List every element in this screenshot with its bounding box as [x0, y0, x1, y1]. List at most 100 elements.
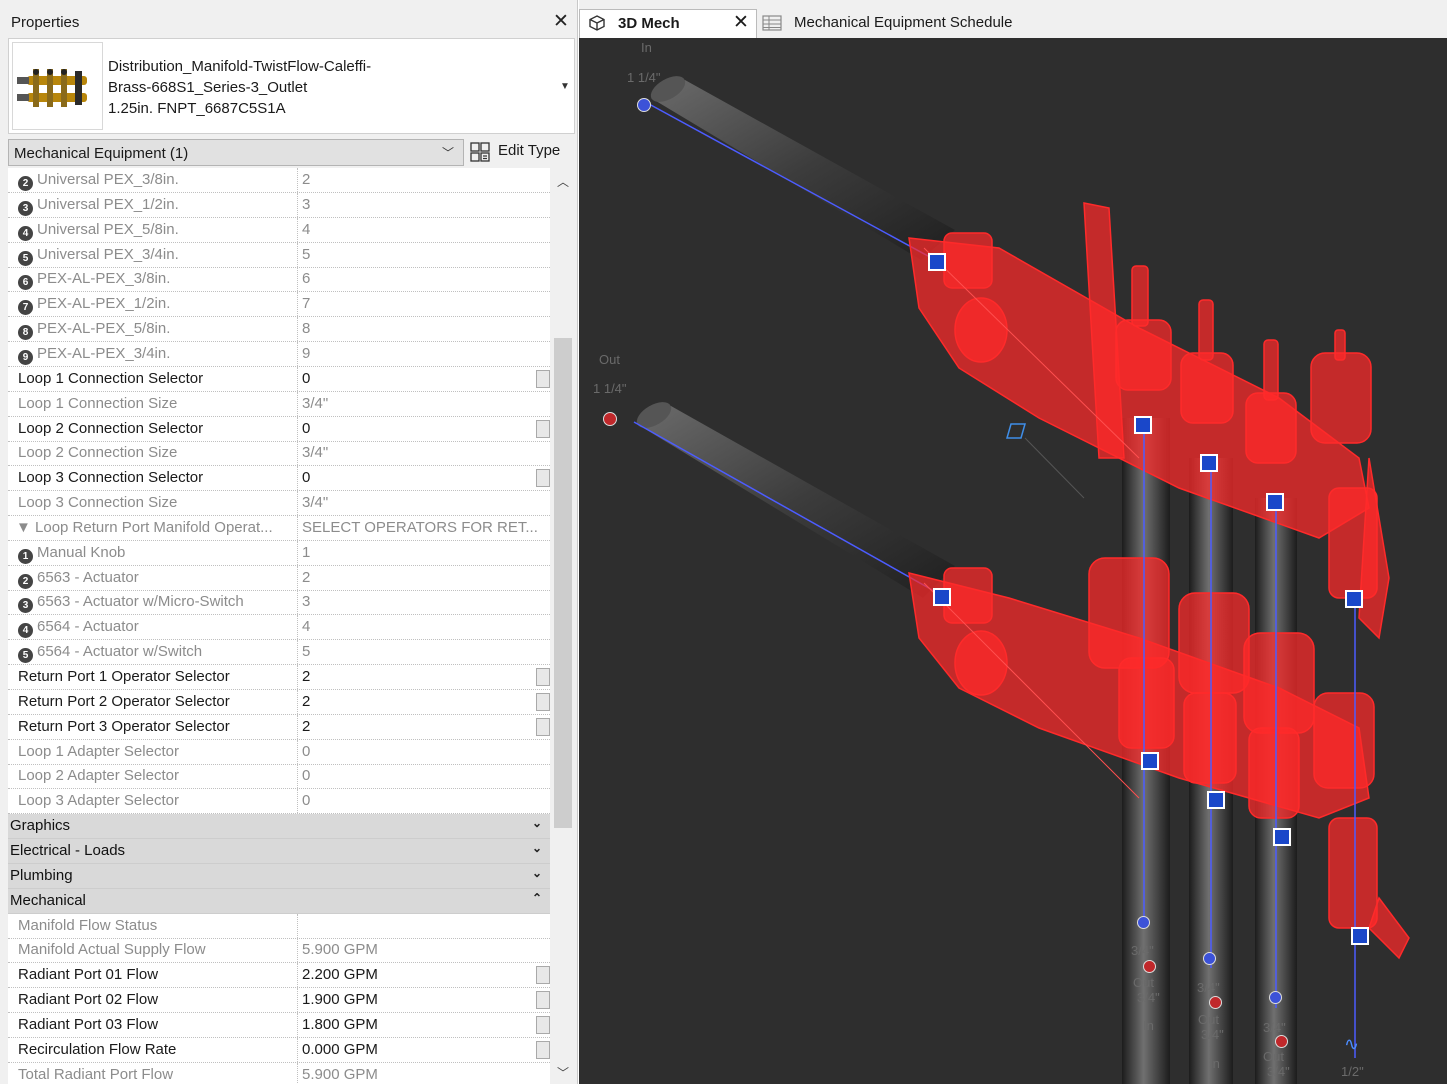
connector-grip-icon[interactable] [1134, 416, 1152, 434]
property-group-mechanical[interactable]: Mechanical ⌃ [8, 889, 550, 914]
property-group-electrical-loads[interactable]: Electrical - Loads ⌄ [8, 839, 550, 864]
connector-grip-icon[interactable] [933, 588, 951, 606]
property-row[interactable]: Return Port 2 Operator Selector 2 [8, 690, 550, 715]
group-label: Electrical - Loads [10, 842, 126, 859]
close-icon[interactable]: ✕ [553, 10, 569, 33]
edit-type-label: Edit Type [498, 142, 561, 159]
type-selector[interactable]: Distribution_Manifold-TwistFlow-Caleffi-… [8, 38, 575, 134]
manifold-model[interactable] [579, 38, 1447, 1084]
property-value-cell[interactable]: 0 [297, 367, 550, 391]
manifold-thumbnail [12, 42, 103, 130]
property-value-cell[interactable]: 0 [297, 417, 550, 441]
property-row: 9 PEX-AL-PEX_3/4in. 9 [8, 342, 550, 367]
return-out-label: Out [599, 352, 620, 367]
property-name: Manifold Flow Status [18, 917, 298, 934]
loop-connector-icon[interactable] [1209, 996, 1222, 1009]
property-row: 6 PEX-AL-PEX_3/8in. 6 [8, 267, 550, 292]
drain-connector-icon[interactable]: ∿ [1344, 1034, 1359, 1055]
collapse-chevron-icon[interactable]: ⌃ [532, 891, 542, 905]
loop-connector-icon[interactable] [1137, 916, 1150, 929]
edit-type-button[interactable]: Edit Type [468, 139, 574, 166]
property-row[interactable]: Radiant Port 03 Flow 1.800 GPM [8, 1013, 550, 1038]
property-value-cell: 2 [297, 168, 550, 192]
associate-parameter-button[interactable] [536, 718, 550, 736]
associate-parameter-button[interactable] [536, 966, 550, 984]
associate-parameter-button[interactable] [536, 991, 550, 1009]
property-value-cell[interactable]: 2 [297, 690, 550, 714]
chevron-down-icon[interactable]: ﹀ [557, 1064, 569, 1081]
property-value-cell: 0 [297, 740, 550, 764]
connector-grip-icon[interactable] [1200, 454, 1218, 472]
loop-connector-icon[interactable] [1143, 960, 1156, 973]
expand-chevron-icon[interactable]: ⌄ [532, 841, 542, 855]
associate-parameter-button[interactable] [536, 469, 550, 487]
expand-chevron-icon[interactable]: ⌄ [532, 866, 542, 880]
connector-grip-icon[interactable] [1266, 493, 1284, 511]
port-in-label: In [1143, 1018, 1154, 1033]
properties-grid: 2 Universal PEX_3/8in. 2 3 Universal PEX_1/2… [8, 168, 550, 1084]
property-value-cell[interactable]: 2 [297, 665, 550, 689]
loop-connector-icon[interactable] [1203, 952, 1216, 965]
property-name: 4 Universal PEX_5/8in. [18, 221, 298, 241]
property-name-text: PEX-AL-PEX_3/4in. [37, 345, 171, 362]
property-value: 2 [302, 668, 311, 685]
property-row[interactable]: Recirculation Flow Rate 0.000 GPM [8, 1038, 550, 1063]
property-row: 2 Universal PEX_3/8in. 2 [8, 168, 550, 193]
property-value-cell[interactable]: 2 [297, 715, 550, 739]
property-row[interactable]: Loop 2 Connection Selector 0 [8, 417, 550, 442]
property-name: Loop 2 Connection Size [18, 444, 298, 461]
connector-grip-icon[interactable] [1141, 752, 1159, 770]
property-value-cell[interactable]: 2.200 GPM [297, 963, 550, 987]
property-row[interactable]: Return Port 3 Operator Selector 2 [8, 715, 550, 740]
loop-connector-icon[interactable] [1275, 1035, 1288, 1048]
property-row[interactable]: Return Port 1 Operator Selector 2 [8, 665, 550, 690]
chevron-up-icon[interactable]: ︿ [557, 173, 569, 190]
associate-parameter-button[interactable] [536, 1016, 550, 1034]
property-value-cell[interactable]: 0.000 GPM [297, 1038, 550, 1062]
category-filter-dropdown[interactable]: Mechanical Equipment (1) ﹀ [8, 139, 464, 166]
connector-grip-icon[interactable] [1351, 927, 1369, 945]
connector-grip-icon[interactable] [1207, 791, 1225, 809]
property-value-cell[interactable]: 1.900 GPM [297, 988, 550, 1012]
tab-3d-mech[interactable]: 3D Mech ✕ [579, 9, 757, 38]
property-row: 1 Manual Knob 1 [8, 541, 550, 566]
connector-grip-icon[interactable] [1345, 590, 1363, 608]
loop-connector-icon[interactable] [1269, 991, 1282, 1004]
associate-parameter-button[interactable] [536, 370, 550, 388]
connector-grip-icon[interactable] [1273, 828, 1291, 846]
associate-parameter-button[interactable] [536, 693, 550, 711]
property-row[interactable]: Radiant Port 02 Flow 1.900 GPM [8, 988, 550, 1013]
associate-parameter-button[interactable] [536, 668, 550, 686]
close-icon[interactable]: ✕ [733, 11, 749, 34]
property-value: 5.900 GPM [302, 941, 378, 958]
property-value-cell: 0 [297, 789, 550, 813]
property-name: Total Radiant Port Flow [18, 1066, 298, 1083]
properties-scrollbar[interactable]: ︿ ﹀ [552, 168, 574, 1084]
property-group-plumbing[interactable]: Plumbing ⌄ [8, 864, 550, 889]
supply-connector-icon[interactable] [637, 98, 651, 112]
associate-parameter-button[interactable] [536, 420, 550, 438]
return-connector-icon[interactable] [603, 412, 617, 426]
property-value-cell[interactable]: 0 [297, 466, 550, 490]
property-name-text: Universal PEX_3/4in. [37, 246, 179, 263]
group-label: Mechanical [10, 892, 86, 909]
3d-viewport[interactable]: ∿ In 1 1/4" Out 1 1/4" 3/4" Out 3/4" In … [579, 38, 1447, 1084]
type-name: Distribution_Manifold-TwistFlow-Caleffi-… [108, 58, 372, 117]
property-group-graphics[interactable]: Graphics ⌄ [8, 814, 550, 839]
associate-parameter-button[interactable] [536, 1041, 550, 1059]
number-badge: 2 [18, 574, 33, 589]
property-value: 0 [302, 420, 311, 437]
chevron-down-icon[interactable]: ▼ [560, 81, 570, 92]
tab-mechanical-equipment-schedule[interactable]: Mechanical Equipment Schedule [759, 9, 1059, 38]
scrollbar-thumb[interactable] [554, 338, 572, 828]
property-row[interactable]: Loop 1 Connection Selector 0 [8, 367, 550, 392]
property-row[interactable]: Loop 3 Connection Selector 0 [8, 466, 550, 491]
property-row[interactable]: Radiant Port 01 Flow 2.200 GPM [8, 963, 550, 988]
property-value-cell: 3/4" [297, 392, 550, 416]
expand-chevron-icon[interactable]: ⌄ [532, 816, 542, 830]
property-name: Radiant Port 02 Flow [18, 991, 298, 1008]
property-value-cell: 8 [297, 317, 550, 341]
property-value-cell: 9 [297, 342, 550, 366]
property-value-cell[interactable]: 1.800 GPM [297, 1013, 550, 1037]
connector-grip-icon[interactable] [928, 253, 946, 271]
